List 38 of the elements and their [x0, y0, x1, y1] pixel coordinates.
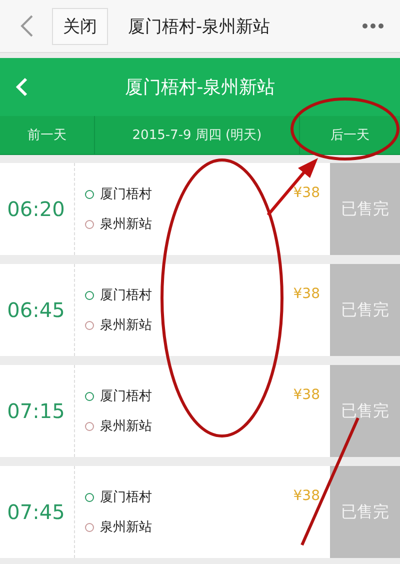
- annotation-arrow: [266, 158, 318, 216]
- page-title: 厦门梧村-泉州新站: [128, 16, 272, 38]
- destination-dot-icon: [85, 320, 94, 330]
- ticket-price: ¥38: [293, 185, 321, 201]
- ticket-price: ¥38: [293, 387, 321, 403]
- more-icon[interactable]: [362, 23, 384, 29]
- origin-station: 厦门梧村: [100, 388, 152, 405]
- origin-dot-icon: [85, 492, 94, 502]
- origin-dot-icon: [85, 392, 94, 400]
- destination-dot-icon: [85, 220, 94, 228]
- destination-station: 泉州新站: [100, 216, 152, 233]
- close-button[interactable]: 关闭: [52, 8, 108, 44]
- sold-out-button: 已售完: [330, 264, 400, 356]
- departure-time: 07:15: [0, 365, 75, 457]
- back-icon[interactable]: [20, 14, 34, 38]
- departure-time: 06:45: [0, 264, 75, 356]
- origin-station: 厦门梧村: [100, 489, 152, 506]
- destination-station: 泉州新站: [100, 519, 152, 536]
- origin-station: 厦门梧村: [100, 186, 152, 203]
- destination-dot-icon: [85, 422, 94, 430]
- trip-card[interactable]: 07:45 厦门梧村 泉州新站 ¥38 已售完: [0, 466, 400, 558]
- departure-time: 07:45: [0, 466, 75, 558]
- trip-card[interactable]: 06:20 厦门梧村 泉州新站 ¥38 已售完: [0, 163, 400, 255]
- ticket-price: ¥38: [293, 488, 321, 504]
- sold-out-button: 已售完: [330, 365, 400, 457]
- trip-card[interactable]: 06:45 厦门梧村 泉州新站 ¥38 已售完: [0, 264, 400, 356]
- destination-station: 泉州新站: [100, 317, 152, 334]
- header-title: 厦门梧村-泉州新站: [124, 76, 276, 99]
- ticket-price: ¥38: [293, 286, 321, 302]
- origin-dot-icon: [85, 190, 94, 198]
- origin-dot-icon: [85, 290, 94, 300]
- sold-out-button: 已售完: [330, 163, 400, 255]
- destination-dot-icon: [85, 522, 94, 532]
- sold-out-button: 已售完: [330, 466, 400, 558]
- origin-station: 厦门梧村: [100, 287, 152, 304]
- destination-station: 泉州新站: [100, 418, 152, 435]
- departure-time: 06:20: [0, 163, 75, 255]
- trip-card[interactable]: 07:15 厦门梧村 泉州新站 ¥38 已售完: [0, 365, 400, 457]
